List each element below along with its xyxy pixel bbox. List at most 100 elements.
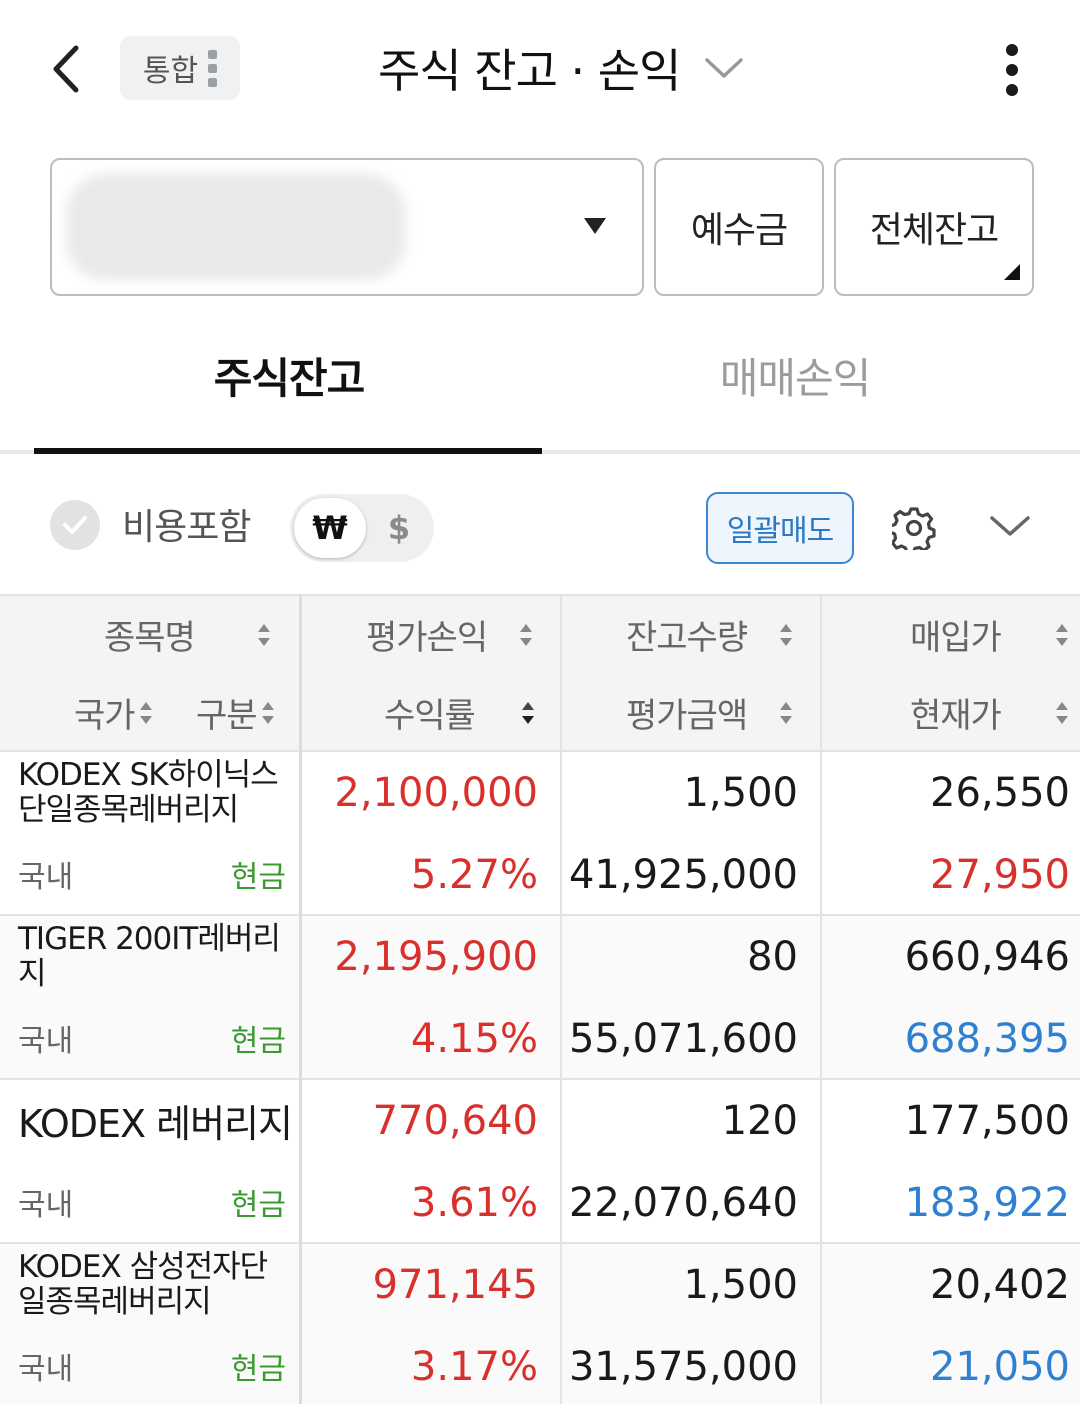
header-buy-price[interactable]: 매입가 bbox=[910, 610, 1069, 659]
options-bar: 비용포함 ₩ $ 일괄매도 bbox=[0, 480, 1080, 576]
country-cell: 국내 bbox=[18, 1024, 74, 1059]
header-eval-profit-label: 평가손익 bbox=[366, 618, 488, 658]
buy-price-cell: 26,550 bbox=[930, 770, 1070, 816]
screen-title-dropdown[interactable]: 주식 잔고 · 손익 bbox=[378, 30, 744, 106]
current-price-cell: 27,950 bbox=[930, 852, 1070, 898]
table-row[interactable]: KODEX 삼성전자단일종목레버리지 국내 현금 971,145 3.17% 1… bbox=[0, 1244, 1080, 1404]
header-quantity-label: 잔고수량 bbox=[626, 618, 748, 658]
eval-amount-cell: 55,071,600 bbox=[568, 1016, 798, 1062]
tab-trade-profit[interactable]: 매매손익 bbox=[542, 320, 1048, 430]
account-selector[interactable] bbox=[50, 158, 644, 296]
header-current-price[interactable]: 현재가 bbox=[910, 688, 1069, 737]
table-row[interactable]: KODEX SK하이닉스단일종목레버리지 국내 현금 2,100,000 5.2… bbox=[0, 752, 1080, 916]
quantity-cell: 1,500 bbox=[683, 770, 798, 816]
header-country-label: 국가 bbox=[74, 696, 136, 736]
stock-name: KODEX 레버리지 bbox=[18, 1102, 293, 1146]
column-divider bbox=[560, 594, 562, 1404]
eval-profit-cell: 2,195,900 bbox=[334, 934, 538, 980]
header-name-label: 종목명 bbox=[104, 618, 196, 658]
sort-icon bbox=[779, 700, 793, 726]
category-cell: 현금 bbox=[230, 860, 286, 895]
page-title: 주식 잔고 · 손익 bbox=[378, 44, 681, 98]
return-rate-cell: 3.17% bbox=[410, 1344, 538, 1390]
category-cell: 현금 bbox=[230, 1352, 286, 1387]
sort-icon bbox=[779, 622, 793, 648]
sort-icon bbox=[261, 700, 275, 726]
return-rate-cell: 5.27% bbox=[410, 852, 538, 898]
tab-stock-balance[interactable]: 주식잔고 bbox=[36, 320, 542, 430]
sort-icon bbox=[521, 700, 535, 726]
current-price-cell: 21,050 bbox=[930, 1344, 1070, 1390]
current-price-cell: 183,922 bbox=[904, 1180, 1070, 1226]
total-balance-button[interactable]: 전체잔고 bbox=[834, 158, 1034, 296]
header-name[interactable]: 종목명 bbox=[104, 610, 271, 659]
back-button[interactable] bbox=[40, 36, 96, 102]
redacted-account-number bbox=[66, 174, 406, 280]
gear-icon[interactable] bbox=[892, 506, 936, 550]
currency-won-option[interactable]: ₩ bbox=[294, 498, 366, 558]
holdings-table: 종목명 국가 구분 평가손익 수익률 잔고수량 평가금액 매입가 현재가 KOD… bbox=[0, 594, 1080, 1404]
header-return-rate[interactable]: 수익률 bbox=[384, 688, 535, 737]
top-app-bar: 통합 주식 잔고 · 손익 bbox=[0, 0, 1080, 140]
include-cost-label[interactable]: 비용포함 bbox=[122, 498, 251, 550]
header-buy-price-label: 매입가 bbox=[910, 618, 1002, 658]
bulk-sell-button[interactable]: 일괄매도 bbox=[706, 492, 854, 564]
stock-name: KODEX SK하이닉스단일종목레버리지 bbox=[18, 757, 279, 828]
country-cell: 국내 bbox=[18, 860, 74, 895]
current-price-cell: 688,395 bbox=[904, 1016, 1070, 1062]
header-quantity[interactable]: 잔고수량 bbox=[626, 610, 793, 659]
eval-profit-cell: 770,640 bbox=[372, 1098, 538, 1144]
header-eval-amount[interactable]: 평가금액 bbox=[626, 688, 793, 737]
tab-bar: 주식잔고 매매손익 bbox=[0, 320, 1080, 456]
header-category[interactable]: 구분 bbox=[196, 688, 275, 737]
total-balance-button-label: 전체잔고 bbox=[869, 210, 999, 251]
deposit-button-label: 예수금 bbox=[690, 210, 788, 251]
drag-handle-icon bbox=[208, 49, 218, 87]
expand-chevron-icon[interactable] bbox=[988, 512, 1032, 540]
category-cell: 현금 bbox=[230, 1024, 286, 1059]
more-options-icon[interactable] bbox=[990, 38, 1034, 102]
eval-profit-cell: 971,145 bbox=[372, 1262, 538, 1308]
eval-amount-cell: 41,925,000 bbox=[568, 852, 798, 898]
quantity-cell: 120 bbox=[721, 1098, 798, 1144]
buy-price-cell: 20,402 bbox=[930, 1262, 1070, 1308]
chevron-down-icon bbox=[705, 58, 744, 78]
scope-chip-label: 통합 bbox=[142, 54, 199, 89]
sort-icon bbox=[257, 622, 271, 648]
stock-name: TIGER 200IT레버리지 bbox=[18, 921, 281, 992]
return-rate-cell: 3.61% bbox=[410, 1180, 538, 1226]
header-eval-amount-label: 평가금액 bbox=[626, 696, 748, 736]
include-cost-checkbox[interactable] bbox=[50, 500, 100, 550]
header-category-label: 구분 bbox=[196, 696, 258, 736]
sort-icon bbox=[1055, 700, 1069, 726]
sort-icon bbox=[1055, 622, 1069, 648]
table-row[interactable]: TIGER 200IT레버리지 국내 현금 2,195,900 4.15% 80… bbox=[0, 916, 1080, 1080]
buy-price-cell: 177,500 bbox=[904, 1098, 1070, 1144]
header-return-rate-label: 수익률 bbox=[384, 696, 476, 736]
sort-icon bbox=[139, 700, 153, 726]
eval-amount-cell: 31,575,000 bbox=[568, 1344, 798, 1390]
country-cell: 국내 bbox=[18, 1188, 74, 1223]
currency-toggle[interactable]: ₩ $ bbox=[290, 494, 434, 562]
quantity-cell: 1,500 bbox=[683, 1262, 798, 1308]
chevron-left-icon bbox=[53, 45, 79, 93]
category-cell: 현금 bbox=[230, 1188, 286, 1223]
header-country[interactable]: 국가 bbox=[74, 688, 153, 737]
country-cell: 국내 bbox=[18, 1352, 74, 1387]
sort-icon bbox=[519, 622, 533, 648]
dropdown-caret-icon bbox=[584, 218, 606, 234]
deposit-button[interactable]: 예수금 bbox=[654, 158, 824, 296]
table-row[interactable]: KODEX 레버리지 국내 현금 770,640 3.61% 120 22,07… bbox=[0, 1080, 1080, 1244]
eval-profit-cell: 2,100,000 bbox=[334, 770, 538, 816]
column-divider bbox=[820, 594, 822, 1404]
header-eval-profit[interactable]: 평가손익 bbox=[366, 610, 533, 659]
check-icon bbox=[63, 516, 87, 534]
active-tab-indicator bbox=[34, 448, 542, 454]
header-current-price-label: 현재가 bbox=[910, 696, 1002, 736]
buy-price-cell: 660,946 bbox=[904, 934, 1070, 980]
table-header: 종목명 국가 구분 평가손익 수익률 잔고수량 평가금액 매입가 현재가 bbox=[0, 594, 1080, 752]
return-rate-cell: 4.15% bbox=[410, 1016, 538, 1062]
stock-name: KODEX 삼성전자단일종목레버리지 bbox=[18, 1249, 268, 1320]
currency-usd-option[interactable]: $ bbox=[368, 498, 430, 558]
account-scope-chip[interactable]: 통합 bbox=[120, 36, 240, 100]
